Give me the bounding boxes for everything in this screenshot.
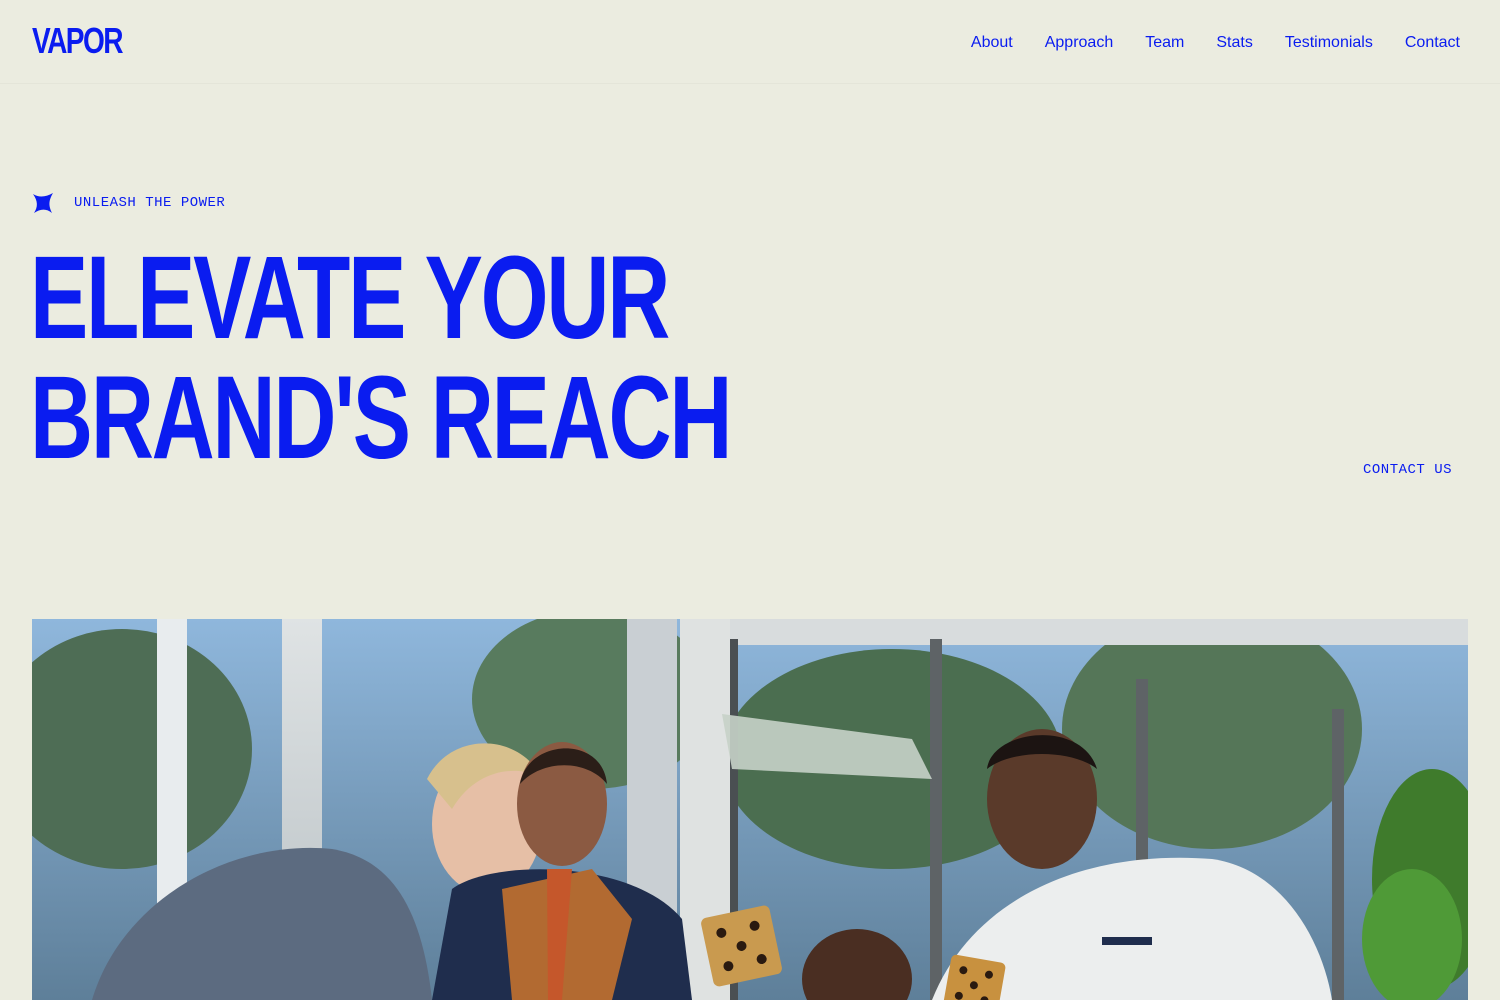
brand-logo[interactable]: VAPOR: [32, 22, 124, 60]
hero-headline: ELEVATE YOUR BRAND'S REACH: [30, 238, 930, 478]
nav-link-stats[interactable]: Stats: [1216, 33, 1252, 53]
nav-link-testimonials[interactable]: Testimonials: [1285, 33, 1373, 53]
hero-eyebrow: UNLEASH THE POWER: [32, 192, 225, 214]
site-header: VAPOR About Approach Team Stats Testimon…: [0, 0, 1500, 84]
main-nav: About Approach Team Stats Testimonials C…: [971, 33, 1460, 53]
team-meeting-photo: [32, 619, 1468, 1000]
nav-link-contact[interactable]: Contact: [1405, 33, 1460, 53]
nav-link-team[interactable]: Team: [1145, 33, 1184, 53]
headline-line-1: ELEVATE YOUR: [30, 232, 670, 364]
headline-line-2: BRAND'S REACH: [30, 352, 732, 484]
eyebrow-text: UNLEASH THE POWER: [74, 195, 226, 211]
hero-photo: [32, 619, 1468, 1000]
nav-link-approach[interactable]: Approach: [1045, 33, 1114, 53]
contact-us-link[interactable]: CONTACT US: [1363, 462, 1452, 478]
sparkle-star-icon: [33, 193, 53, 213]
nav-link-about[interactable]: About: [971, 33, 1013, 53]
